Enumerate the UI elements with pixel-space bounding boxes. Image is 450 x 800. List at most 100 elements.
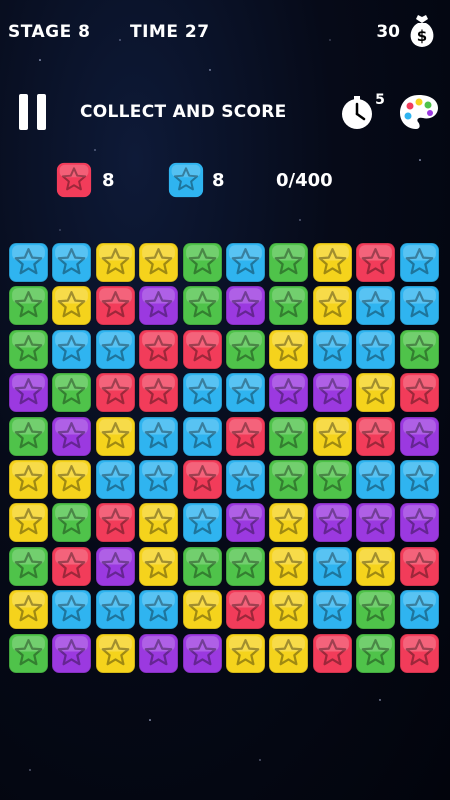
red-star-tile[interactable] [398, 632, 440, 674]
red-star-tile[interactable] [355, 242, 396, 283]
red-star-tile[interactable] [95, 372, 136, 413]
purple-star-tile[interactable] [138, 285, 179, 327]
red-star-tile[interactable] [225, 589, 266, 630]
blue-star-tile[interactable] [138, 589, 179, 630]
blue-star-tile[interactable] [138, 415, 179, 457]
yellow-star-tile[interactable] [312, 285, 353, 327]
green-star-tile[interactable] [398, 329, 440, 370]
blue-star-tile[interactable] [8, 242, 49, 283]
blue-star-tile[interactable] [181, 372, 223, 413]
green-star-tile[interactable] [8, 285, 49, 327]
red-star-tile[interactable] [181, 329, 223, 370]
green-star-tile[interactable] [312, 459, 353, 500]
green-star-tile[interactable] [268, 459, 310, 500]
yellow-star-tile[interactable] [268, 546, 310, 587]
yellow-star-tile[interactable] [138, 502, 179, 544]
red-star-tile[interactable] [355, 415, 396, 457]
blue-star-tile[interactable] [51, 589, 93, 630]
purple-star-tile[interactable] [225, 285, 266, 327]
red-star-tile[interactable] [398, 372, 440, 413]
green-star-tile[interactable] [355, 632, 396, 674]
green-star-tile[interactable] [181, 546, 223, 587]
yellow-star-tile[interactable] [312, 415, 353, 457]
green-star-tile[interactable] [225, 329, 266, 370]
blue-star-tile[interactable] [95, 459, 136, 500]
purple-star-tile[interactable] [398, 415, 440, 457]
blue-star-tile[interactable] [398, 589, 440, 630]
purple-star-tile[interactable] [225, 502, 266, 544]
pause-button[interactable] [16, 94, 52, 130]
blue-star-tile[interactable] [95, 329, 136, 370]
blue-star-tile[interactable] [398, 242, 440, 283]
blue-star-tile[interactable] [95, 589, 136, 630]
yellow-star-tile[interactable] [312, 242, 353, 283]
purple-star-tile[interactable] [312, 372, 353, 413]
purple-star-tile[interactable] [95, 546, 136, 587]
green-star-tile[interactable] [8, 632, 49, 674]
yellow-star-tile[interactable] [8, 459, 49, 500]
blue-star-tile[interactable] [51, 242, 93, 283]
purple-star-tile[interactable] [312, 502, 353, 544]
blue-star-tile[interactable] [355, 329, 396, 370]
yellow-star-tile[interactable] [95, 242, 136, 283]
yellow-star-tile[interactable] [138, 242, 179, 283]
palette-powerup-button[interactable] [398, 92, 440, 132]
yellow-star-tile[interactable] [51, 285, 93, 327]
purple-star-tile[interactable] [355, 502, 396, 544]
green-star-tile[interactable] [268, 415, 310, 457]
purple-star-tile[interactable] [398, 502, 440, 544]
blue-star-tile[interactable] [355, 285, 396, 327]
green-star-tile[interactable] [51, 502, 93, 544]
blue-star-tile[interactable] [181, 502, 223, 544]
yellow-star-tile[interactable] [95, 415, 136, 457]
blue-star-tile[interactable] [225, 459, 266, 500]
yellow-star-tile[interactable] [95, 632, 136, 674]
yellow-star-tile[interactable] [355, 372, 396, 413]
yellow-star-tile[interactable] [355, 546, 396, 587]
purple-star-tile[interactable] [51, 632, 93, 674]
yellow-star-tile[interactable] [138, 546, 179, 587]
red-star-tile[interactable] [95, 285, 136, 327]
green-star-tile[interactable] [225, 546, 266, 587]
green-star-tile[interactable] [8, 329, 49, 370]
blue-star-tile[interactable] [312, 589, 353, 630]
blue-star-tile[interactable] [51, 329, 93, 370]
red-star-tile[interactable] [225, 415, 266, 457]
green-star-tile[interactable] [8, 546, 49, 587]
blue-star-tile[interactable] [138, 459, 179, 500]
purple-star-tile[interactable] [138, 632, 179, 674]
green-star-tile[interactable] [181, 242, 223, 283]
red-star-tile[interactable] [138, 372, 179, 413]
green-star-tile[interactable] [181, 285, 223, 327]
purple-star-tile[interactable] [8, 372, 49, 413]
blue-star-tile[interactable] [181, 415, 223, 457]
yellow-star-tile[interactable] [8, 589, 49, 630]
blue-star-tile[interactable] [398, 459, 440, 500]
blue-star-tile[interactable] [312, 546, 353, 587]
green-star-tile[interactable] [51, 372, 93, 413]
yellow-star-tile[interactable] [268, 589, 310, 630]
purple-star-tile[interactable] [268, 372, 310, 413]
purple-star-tile[interactable] [51, 415, 93, 457]
red-star-tile[interactable] [95, 502, 136, 544]
green-star-tile[interactable] [268, 285, 310, 327]
red-star-tile[interactable] [398, 546, 440, 587]
blue-star-tile[interactable] [225, 372, 266, 413]
green-star-tile[interactable] [268, 242, 310, 283]
green-star-tile[interactable] [355, 589, 396, 630]
red-star-tile[interactable] [138, 329, 179, 370]
yellow-star-tile[interactable] [181, 589, 223, 630]
yellow-star-tile[interactable] [268, 632, 310, 674]
blue-star-tile[interactable] [312, 329, 353, 370]
purple-star-tile[interactable] [181, 632, 223, 674]
blue-star-tile[interactable] [398, 285, 440, 327]
blue-star-tile[interactable] [225, 242, 266, 283]
money-bag-icon[interactable]: $ [402, 10, 442, 50]
red-star-tile[interactable] [181, 459, 223, 500]
blue-star-tile[interactable] [355, 459, 396, 500]
yellow-star-tile[interactable] [8, 502, 49, 544]
yellow-star-tile[interactable] [268, 329, 310, 370]
timer-powerup-button[interactable]: 5 [340, 92, 386, 132]
red-star-tile[interactable] [312, 632, 353, 674]
red-star-tile[interactable] [51, 546, 93, 587]
